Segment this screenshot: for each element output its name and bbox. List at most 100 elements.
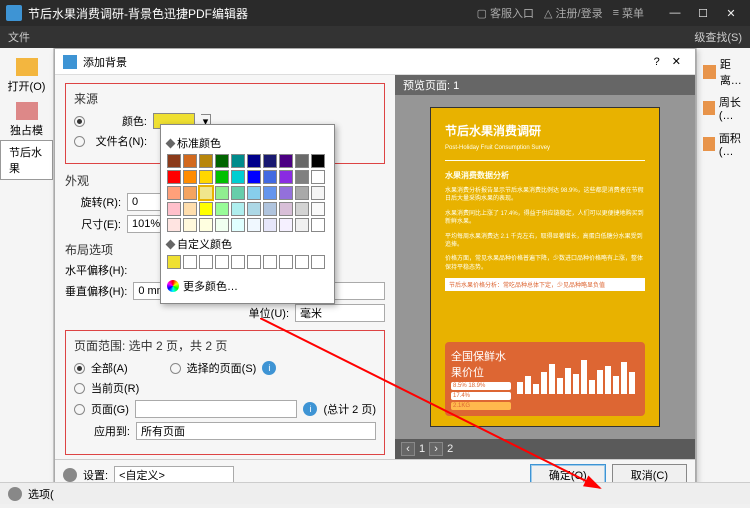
color-cell[interactable] (247, 255, 261, 269)
color-cell[interactable] (183, 154, 197, 168)
color-cell[interactable] (279, 170, 293, 184)
color-cell[interactable] (199, 202, 213, 216)
color-cell[interactable] (311, 255, 325, 269)
menu-link[interactable]: ≡ 菜单 (613, 5, 644, 21)
color-cell[interactable] (263, 186, 277, 200)
minimize-button[interactable]: — (662, 4, 688, 22)
apply-select[interactable] (136, 422, 376, 440)
prev-page[interactable]: ‹ (401, 442, 415, 456)
color-cell[interactable] (167, 202, 181, 216)
radio-all[interactable] (74, 363, 85, 374)
close-button[interactable]: ✕ (718, 4, 744, 22)
tool-area[interactable]: 面积(… (697, 126, 750, 162)
color-cell[interactable] (247, 154, 261, 168)
color-cell[interactable] (167, 218, 181, 232)
color-cell[interactable] (263, 170, 277, 184)
color-cell[interactable] (295, 154, 309, 168)
color-cell[interactable] (247, 186, 261, 200)
color-cell[interactable] (247, 218, 261, 232)
color-cell[interactable] (311, 170, 325, 184)
color-cell[interactable] (215, 186, 229, 200)
color-cell[interactable] (167, 186, 181, 200)
color-cell[interactable] (247, 170, 261, 184)
color-cell[interactable] (199, 170, 213, 184)
color-cell[interactable] (231, 255, 245, 269)
units-select[interactable] (295, 304, 385, 322)
document-tab[interactable]: 节后水果 (0, 140, 53, 180)
color-cell[interactable] (183, 202, 197, 216)
color-cell[interactable] (263, 154, 277, 168)
gear-icon (8, 487, 22, 501)
color-cell[interactable] (167, 255, 181, 269)
color-cell[interactable] (311, 154, 325, 168)
color-cell[interactable] (183, 255, 197, 269)
color-cell[interactable] (295, 218, 309, 232)
color-cell[interactable] (183, 170, 197, 184)
dialog-close[interactable]: ✕ (666, 53, 687, 70)
color-cell[interactable] (279, 186, 293, 200)
signin-link[interactable]: △ 注册/登录 (544, 5, 603, 21)
color-cell[interactable] (215, 255, 229, 269)
color-cell[interactable] (215, 202, 229, 216)
color-cell[interactable] (231, 170, 245, 184)
ruler-icon (703, 65, 716, 79)
radio-current[interactable] (74, 383, 85, 394)
color-cell[interactable] (279, 202, 293, 216)
color-cell[interactable] (279, 218, 293, 232)
radio-selected[interactable] (170, 363, 181, 374)
dialog-help[interactable]: ? (648, 54, 666, 70)
color-cell[interactable] (247, 202, 261, 216)
bar-chart (517, 348, 639, 394)
lock-tool[interactable]: 独占模 (0, 98, 53, 142)
radio-color[interactable] (74, 116, 85, 127)
color-cell[interactable] (167, 170, 181, 184)
open-tool[interactable]: 打开(O) (0, 54, 53, 98)
color-cell[interactable] (215, 170, 229, 184)
preset-select[interactable] (114, 466, 234, 484)
color-cell[interactable] (279, 154, 293, 168)
perimeter-icon (703, 101, 715, 115)
radio-pages[interactable] (74, 404, 85, 415)
color-cell[interactable] (199, 218, 213, 232)
pages-input[interactable] (135, 400, 298, 418)
maximize-button[interactable]: ☐ (690, 4, 716, 22)
menu-bar: 文件 级查找(S) (0, 26, 750, 48)
color-cell[interactable] (279, 255, 293, 269)
tool-perimeter[interactable]: 周长(… (697, 90, 750, 126)
color-cell[interactable] (199, 255, 213, 269)
menu-find[interactable]: 级查找(S) (694, 29, 742, 45)
color-cell[interactable] (215, 218, 229, 232)
radio-file[interactable] (74, 136, 85, 147)
color-cell[interactable] (183, 218, 197, 232)
next-page[interactable]: › (429, 442, 443, 456)
color-cell[interactable] (183, 186, 197, 200)
service-link[interactable]: ▢ 客服入口 (477, 5, 534, 21)
color-cell[interactable] (263, 255, 277, 269)
color-cell[interactable] (231, 154, 245, 168)
color-cell[interactable] (231, 218, 245, 232)
color-cell[interactable] (311, 186, 325, 200)
more-colors[interactable]: 更多颜色… (167, 275, 328, 297)
color-cell[interactable] (311, 202, 325, 216)
color-cell[interactable] (199, 154, 213, 168)
tool-distance[interactable]: 距离… (697, 54, 750, 90)
dialog-title: 添加背景 (83, 54, 127, 70)
color-cell[interactable] (311, 218, 325, 232)
color-cell[interactable] (167, 154, 181, 168)
color-cell[interactable] (263, 218, 277, 232)
color-cell[interactable] (199, 186, 213, 200)
info-icon[interactable]: i (262, 361, 276, 375)
color-cell[interactable] (231, 186, 245, 200)
color-cell[interactable] (215, 154, 229, 168)
color-cell[interactable] (295, 255, 309, 269)
area-icon (703, 137, 715, 151)
menu-file[interactable]: 文件 (8, 29, 30, 45)
color-cell[interactable] (263, 202, 277, 216)
color-cell[interactable] (231, 202, 245, 216)
info-icon-2[interactable]: i (303, 402, 317, 416)
color-cell[interactable] (295, 186, 309, 200)
color-cell[interactable] (295, 170, 309, 184)
color-cell[interactable] (295, 202, 309, 216)
source-title: 来源 (74, 90, 376, 107)
window-title: 节后水果消费调研-背景色迅捷PDF编辑器 (28, 5, 477, 22)
